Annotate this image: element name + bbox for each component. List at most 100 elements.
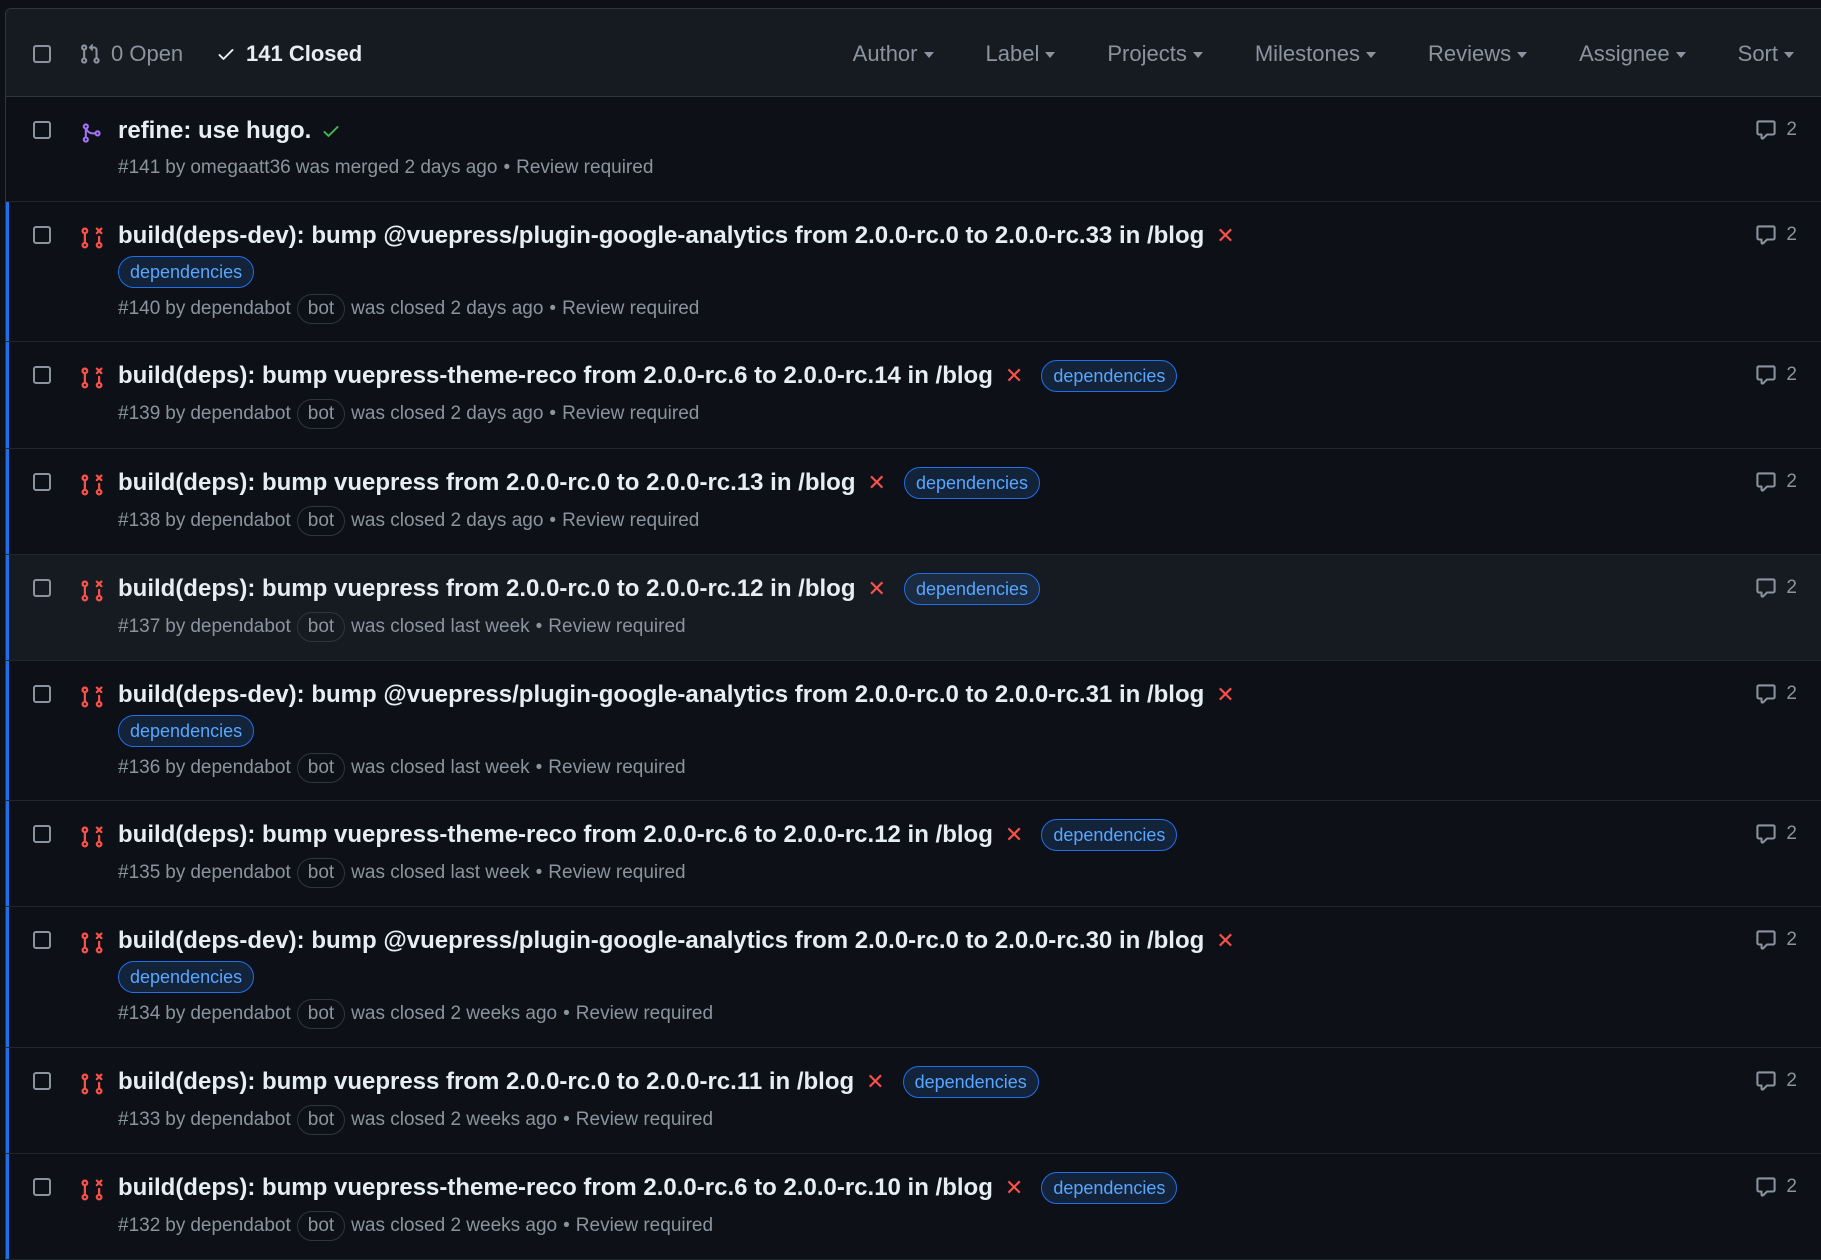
label-filter[interactable]: Label bbox=[986, 41, 1056, 67]
pr-author-link[interactable]: dependabot bbox=[190, 507, 290, 535]
comments-link[interactable]: 2 bbox=[1755, 1176, 1797, 1198]
comments-link[interactable]: 2 bbox=[1755, 364, 1797, 386]
pr-title-link[interactable]: build(deps): bump vuepress from 2.0.0-rc… bbox=[118, 1065, 854, 1099]
ci-status-success[interactable] bbox=[321, 121, 341, 141]
label-dependencies[interactable]: dependencies bbox=[1041, 360, 1178, 392]
pr-title-link[interactable]: build(deps): bump vuepress from 2.0.0-rc… bbox=[118, 572, 856, 606]
pr-checkbox[interactable] bbox=[33, 579, 51, 597]
comments-link[interactable]: 2 bbox=[1755, 471, 1797, 493]
pr-meta: #133 by dependabot bot was closed 2 weeks ag… bbox=[118, 1105, 1752, 1135]
ci-status-failure-icon[interactable]: ✕ bbox=[866, 1065, 884, 1099]
label-dependencies[interactable]: dependencies bbox=[118, 715, 255, 747]
pr-title-link[interactable]: refine: use hugo. bbox=[118, 114, 311, 148]
label-dependencies[interactable]: dependencies bbox=[118, 256, 255, 288]
pr-row[interactable]: build(deps-dev): bump @vuepress/plugin-g… bbox=[6, 202, 1821, 342]
pr-review-status[interactable]: Review required bbox=[562, 507, 699, 535]
pr-author-link[interactable]: dependabot bbox=[190, 1212, 290, 1240]
pr-row[interactable]: refine: use hugo. #141 by omegaatt36 was mer… bbox=[6, 97, 1821, 202]
pr-row[interactable]: build(deps): bump vuepress-theme-reco fr… bbox=[6, 1154, 1821, 1260]
label-dependencies[interactable]: dependencies bbox=[1041, 819, 1178, 851]
pr-title-line: build(deps-dev): bump @vuepress/plugin-g… bbox=[118, 678, 1752, 712]
pr-title-link[interactable]: build(deps-dev): bump @vuepress/plugin-g… bbox=[118, 219, 1204, 253]
pr-review-status[interactable]: Review required bbox=[548, 859, 685, 887]
comments-link[interactable]: 2 bbox=[1755, 224, 1797, 246]
pr-author-link[interactable]: omegaatt36 bbox=[190, 154, 290, 182]
comment-count: 2 bbox=[1786, 823, 1797, 844]
pr-title-link[interactable]: build(deps): bump vuepress-theme-reco fr… bbox=[118, 818, 993, 852]
pr-number: #140 bbox=[118, 298, 161, 319]
pr-review-status[interactable]: Review required bbox=[576, 1212, 713, 1240]
pr-checkbox[interactable] bbox=[33, 1178, 51, 1196]
pr-author-link[interactable]: dependabot bbox=[190, 859, 290, 887]
pr-review-status[interactable]: Review required bbox=[576, 1106, 713, 1134]
pr-checkbox[interactable] bbox=[33, 931, 51, 949]
label-dependencies[interactable]: dependencies bbox=[1041, 1172, 1178, 1204]
pr-row[interactable]: build(deps): bump vuepress from 2.0.0-rc… bbox=[6, 555, 1821, 661]
comments-link[interactable]: 2 bbox=[1755, 929, 1797, 951]
pr-review-status[interactable]: Review required bbox=[576, 1000, 713, 1028]
sort-filter[interactable]: Sort bbox=[1738, 41, 1794, 67]
pr-title-link[interactable]: build(deps-dev): bump @vuepress/plugin-g… bbox=[118, 678, 1204, 712]
ci-status-failure-icon[interactable]: ✕ bbox=[868, 466, 886, 500]
pr-row[interactable]: build(deps): bump vuepress from 2.0.0-rc… bbox=[6, 449, 1821, 555]
pr-checkbox[interactable] bbox=[33, 121, 51, 139]
open-tab[interactable]: 0 Open bbox=[79, 39, 183, 69]
pr-row[interactable]: build(deps-dev): bump @vuepress/plugin-g… bbox=[6, 907, 1821, 1048]
pr-row[interactable]: build(deps-dev): bump @vuepress/plugin-g… bbox=[6, 661, 1821, 801]
pr-row[interactable]: build(deps): bump vuepress-theme-reco fr… bbox=[6, 801, 1821, 907]
comments-link[interactable]: 2 bbox=[1755, 1070, 1797, 1092]
pr-row[interactable]: build(deps): bump vuepress-theme-reco fr… bbox=[6, 342, 1821, 449]
pr-main: build(deps): bump vuepress-theme-reco fr… bbox=[118, 359, 1752, 429]
pr-checkbox[interactable] bbox=[33, 366, 51, 384]
ci-status-failure-icon[interactable]: ✕ bbox=[1216, 678, 1234, 712]
ci-status-failure-icon[interactable]: ✕ bbox=[1005, 818, 1023, 852]
pr-checkbox[interactable] bbox=[33, 685, 51, 703]
pr-author-link[interactable]: dependabot bbox=[190, 754, 290, 782]
pr-checkbox[interactable] bbox=[33, 825, 51, 843]
pr-review-status[interactable]: Review required bbox=[562, 400, 699, 428]
pr-checkbox[interactable] bbox=[33, 226, 51, 244]
pr-title-link[interactable]: build(deps): bump vuepress-theme-reco fr… bbox=[118, 359, 993, 393]
pr-row[interactable]: build(deps): bump vuepress from 2.0.0-rc… bbox=[6, 1048, 1821, 1154]
pr-title-link[interactable]: build(deps): bump vuepress from 2.0.0-rc… bbox=[118, 466, 856, 500]
closed-tab[interactable]: 141 Closed bbox=[216, 39, 362, 69]
ci-status-failure-icon[interactable]: ✕ bbox=[1005, 359, 1023, 393]
comments-link[interactable]: 2 bbox=[1755, 823, 1797, 845]
ci-status-failure-icon[interactable]: ✕ bbox=[1005, 1171, 1023, 1205]
pr-review-status[interactable]: Review required bbox=[516, 154, 653, 182]
pr-author-link[interactable]: dependabot bbox=[190, 295, 290, 323]
assignee-filter[interactable]: Assignee bbox=[1579, 41, 1686, 67]
pr-main: build(deps-dev): bump @vuepress/plugin-g… bbox=[118, 678, 1752, 783]
author-filter[interactable]: Author bbox=[853, 41, 934, 67]
comments-link[interactable]: 2 bbox=[1755, 119, 1797, 141]
pr-title-link[interactable]: build(deps-dev): bump @vuepress/plugin-g… bbox=[118, 924, 1204, 958]
pr-by: by bbox=[165, 1003, 186, 1024]
label-dependencies[interactable]: dependencies bbox=[118, 961, 255, 993]
check-success-icon bbox=[323, 126, 339, 137]
comments-link[interactable]: 2 bbox=[1755, 683, 1797, 705]
pr-title-link[interactable]: build(deps): bump vuepress-theme-reco fr… bbox=[118, 1171, 993, 1205]
ci-status-failure-icon[interactable]: ✕ bbox=[868, 572, 886, 606]
milestones-filter[interactable]: Milestones bbox=[1255, 41, 1376, 67]
ci-status-failure-icon[interactable]: ✕ bbox=[1216, 219, 1234, 253]
pr-author-link[interactable]: dependabot bbox=[190, 1000, 290, 1028]
pr-checkbox[interactable] bbox=[33, 473, 51, 491]
bot-badge: bot bbox=[296, 612, 346, 642]
label-dependencies[interactable]: dependencies bbox=[903, 573, 1041, 605]
pr-checkbox[interactable] bbox=[33, 1072, 51, 1090]
projects-filter[interactable]: Projects bbox=[1107, 41, 1203, 67]
pr-author-link[interactable]: dependabot bbox=[190, 613, 290, 641]
label-dependencies[interactable]: dependencies bbox=[903, 467, 1041, 499]
pr-review-status[interactable]: Review required bbox=[548, 754, 685, 782]
pr-review-status[interactable]: Review required bbox=[562, 295, 699, 323]
ci-status-failure-icon[interactable]: ✕ bbox=[1216, 924, 1234, 958]
filter-bar: Author Label Projects Milestones Reviews… bbox=[801, 39, 1794, 69]
label-dependencies[interactable]: dependencies bbox=[902, 1066, 1039, 1098]
pr-author-link[interactable]: dependabot bbox=[190, 1106, 290, 1134]
pr-review-status[interactable]: Review required bbox=[548, 613, 685, 641]
pr-author-link[interactable]: dependabot bbox=[190, 400, 290, 428]
comments-link[interactable]: 2 bbox=[1755, 577, 1797, 599]
pr-main: refine: use hugo. #141 by omegaatt36 was mer… bbox=[118, 114, 1752, 182]
select-all-checkbox[interactable] bbox=[33, 45, 51, 63]
reviews-filter[interactable]: Reviews bbox=[1428, 41, 1528, 67]
